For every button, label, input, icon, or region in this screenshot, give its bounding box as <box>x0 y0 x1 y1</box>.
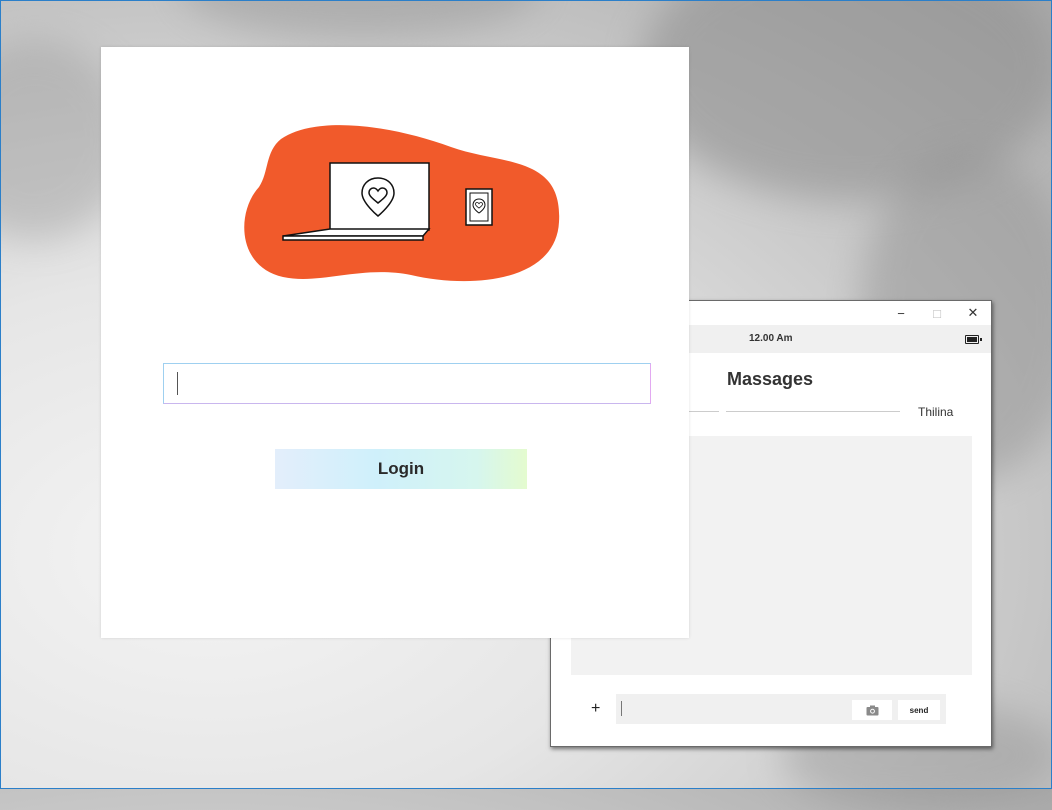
input-caret <box>177 372 178 395</box>
login-illustration <box>244 125 560 282</box>
status-time: 12.00 Am <box>749 333 793 344</box>
minimize-button[interactable]: − <box>883 301 919 325</box>
maximize-button[interactable]: □ <box>919 301 955 325</box>
contact-name[interactable]: Thilina <box>918 405 953 419</box>
send-button[interactable]: send <box>898 700 940 720</box>
divider <box>726 411 900 412</box>
message-input[interactable]: send <box>616 694 946 724</box>
chat-title: Massages <box>727 369 814 389</box>
background-shadow <box>180 0 540 40</box>
battery-icon <box>965 335 982 344</box>
username-input[interactable] <box>163 363 651 404</box>
input-caret <box>621 701 622 716</box>
login-button[interactable]: Login <box>275 449 527 489</box>
window-controls: − □ ✕ <box>883 301 991 325</box>
tablet-icon <box>465 188 493 226</box>
camera-icon <box>866 705 878 715</box>
camera-button[interactable] <box>852 700 892 720</box>
add-attachment-button[interactable]: + <box>591 700 600 718</box>
close-button[interactable]: ✕ <box>955 301 991 325</box>
login-window: Login <box>101 47 689 638</box>
